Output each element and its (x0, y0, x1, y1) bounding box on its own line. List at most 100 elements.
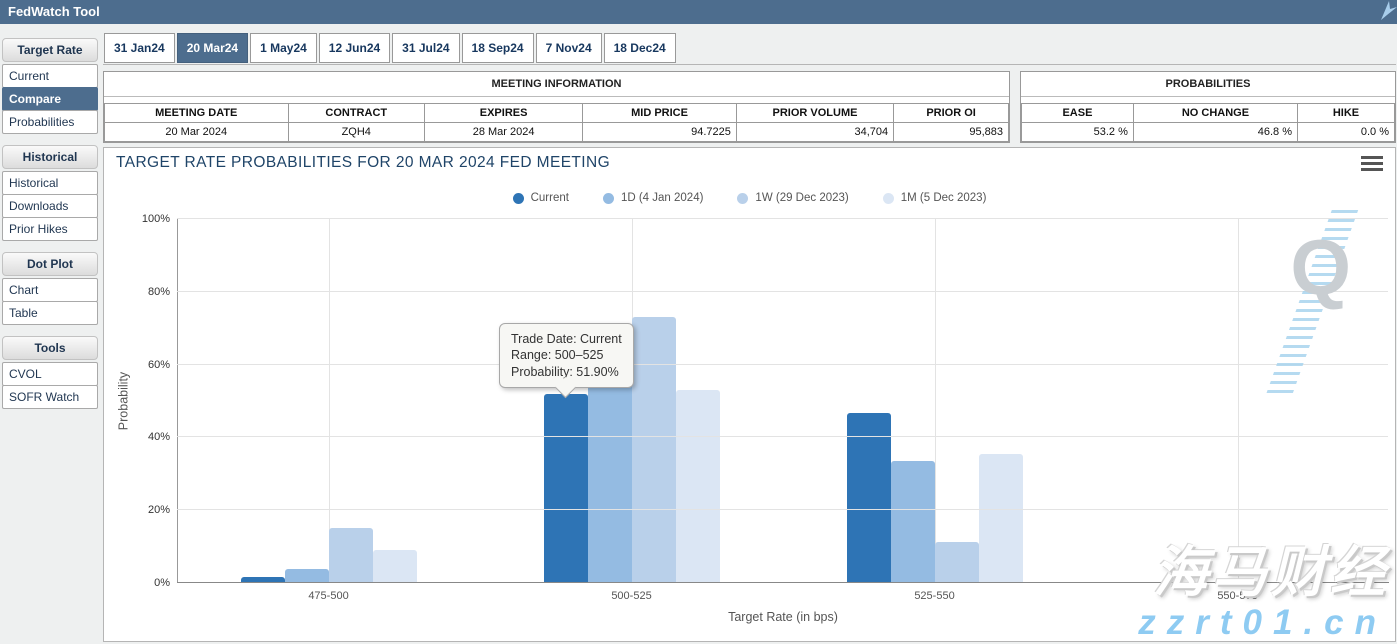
legend-item-1d-4-jan-2024[interactable]: 1D (4 Jan 2024) (603, 192, 703, 204)
y-tick-20: 20% (130, 504, 170, 516)
bar-current-525-550[interactable] (847, 413, 891, 582)
sidebar-item-current[interactable]: Current (2, 64, 98, 88)
sidebar-section-header-tools: Tools (2, 336, 98, 360)
sidebar: Target RateCurrentCompareProbabilities Hi… (0, 24, 101, 644)
chart-tooltip: Trade Date: Current Range: 500–525 Proba… (499, 323, 634, 388)
bar-current-500-525[interactable] (544, 394, 588, 582)
legend-label-1d-4-jan-2024: 1D (4 Jan 2024) (621, 192, 703, 204)
category-group-525-550 (783, 219, 1086, 583)
sidebar-item-chart[interactable]: Chart (2, 278, 98, 302)
sidebar-item-historical[interactable]: Historical (2, 171, 98, 195)
gridline-60 (177, 364, 1388, 365)
chart-title: TARGET RATE PROBABILITIES FOR 20 MAR 202… (116, 154, 610, 172)
bar-1m-5-dec-2023-475-500[interactable] (373, 550, 417, 582)
cell-ease: 53.2 % (1022, 123, 1134, 142)
sidebar-item-probabilities[interactable]: Probabilities (2, 110, 98, 134)
info-tables: MEETING INFORMATION MEETING DATECONTRACT… (103, 71, 1396, 143)
bar-1d-4-jan-2024-525-550[interactable] (891, 461, 935, 582)
date-tab-12-jun24[interactable]: 12 Jun24 (319, 33, 390, 63)
sidebar-section-target-rate: Target RateCurrentCompareProbabilities (2, 38, 98, 134)
bar-1w-29-dec-2023-525-550[interactable] (935, 542, 979, 582)
y-tick-0: 0% (130, 577, 170, 589)
date-tab-20-mar24[interactable]: 20 Mar24 (177, 33, 248, 63)
column-header-prior-volume: PRIOR VOLUME (736, 104, 893, 123)
main-area: Target RateCurrentCompareProbabilitiesHi… (0, 24, 1397, 644)
sidebar-item-prior-hikes[interactable]: Prior Hikes (2, 217, 98, 241)
date-tab-18-dec24[interactable]: 18 Dec24 (604, 33, 676, 63)
gridline-100 (177, 218, 1388, 219)
x-tick-label-500-525: 500-525 (480, 590, 783, 602)
column-header-hike: HIKE (1298, 104, 1395, 123)
bar-1w-29-dec-2023-500-525[interactable] (632, 317, 676, 582)
sidebar-item-table[interactable]: Table (2, 301, 98, 325)
category-group-500-525 (480, 219, 783, 583)
probabilities-panel: PROBABILITIES EASENO CHANGEHIKE53.2 %46.… (1020, 71, 1396, 143)
legend-item-1m-5-dec-2023[interactable]: 1M (5 Dec 2023) (883, 192, 987, 204)
y-tick-80: 80% (130, 286, 170, 298)
tooltip-trade-date: Trade Date: Current (511, 331, 622, 347)
date-tab-31-jan24[interactable]: 31 Jan24 (104, 33, 175, 63)
cell-prior-volume: 34,704 (736, 123, 893, 142)
date-tab-7-nov24[interactable]: 7 Nov24 (536, 33, 602, 63)
legend-label-1w-29-dec-2023: 1W (29 Dec 2023) (755, 192, 848, 204)
date-tab-1-may24[interactable]: 1 May24 (250, 33, 317, 63)
meeting-information-panel: MEETING INFORMATION MEETING DATECONTRACT… (103, 71, 1010, 143)
cell-mid-price: 94.7225 (583, 123, 737, 142)
cell-no-change: 46.8 % (1133, 123, 1297, 142)
cell-contract: ZQH4 (288, 123, 425, 142)
legend-item-1w-29-dec-2023[interactable]: 1W (29 Dec 2023) (737, 192, 848, 204)
legend-label-1m-5-dec-2023: 1M (5 Dec 2023) (901, 192, 987, 204)
content: 31 Jan2420 Mar241 May2412 Jun2431 Jul241… (101, 24, 1397, 644)
sidebar-section-header-target-rate: Target Rate (2, 38, 98, 62)
legend-label-current: Current (531, 192, 569, 204)
y-tick-60: 60% (130, 359, 170, 371)
legend-dot-current (513, 193, 524, 204)
date-tab-31-jul24[interactable]: 31 Jul24 (392, 33, 459, 63)
chart-panel: TARGET RATE PROBABILITIES FOR 20 MAR 202… (103, 147, 1396, 642)
category-group-475-500 (177, 219, 480, 583)
hamburger-menu-icon[interactable] (1361, 156, 1383, 174)
gridline-20 (177, 509, 1388, 510)
meeting-information-title: MEETING INFORMATION (104, 72, 1009, 97)
legend-item-current[interactable]: Current (513, 192, 569, 204)
bar-1d-4-jan-2024-475-500[interactable] (285, 569, 329, 582)
watermark-site-name: 海马财经 (1153, 527, 1389, 607)
bars-475-500 (241, 528, 417, 582)
watermark-site-url: zzrt01.cn (1138, 603, 1387, 642)
x-tick-label-475-500: 475-500 (177, 590, 480, 602)
sidebar-item-cvol[interactable]: CVOL (2, 362, 98, 386)
sidebar-item-compare[interactable]: Compare (2, 87, 98, 111)
probabilities-title: PROBABILITIES (1021, 72, 1395, 97)
bird-icon[interactable] (1379, 1, 1397, 29)
quikstrike-logo-q: Q (1290, 228, 1351, 306)
bar-1m-5-dec-2023-525-550[interactable] (979, 454, 1023, 582)
date-tab-18-sep24[interactable]: 18 Sep24 (462, 33, 534, 63)
sidebar-section-dot-plot: Dot PlotChartTable (2, 252, 98, 325)
sidebar-item-downloads[interactable]: Downloads (2, 194, 98, 218)
legend-dot-1d-4-jan-2024 (603, 193, 614, 204)
column-header-expires: EXPIRES (425, 104, 583, 123)
y-tick-40: 40% (130, 431, 170, 443)
cell-hike: 0.0 % (1298, 123, 1395, 142)
sidebar-section-header-dot-plot: Dot Plot (2, 252, 98, 276)
sidebar-section-tools: ToolsCVOLSOFR Watch (2, 336, 98, 409)
column-header-ease: EASE (1022, 104, 1134, 123)
chart-legend: Current 1D (4 Jan 2024) 1W (29 Dec 2023) 1M… (104, 192, 1395, 204)
legend-dot-1m-5-dec-2023 (883, 193, 894, 204)
sidebar-item-sofr-watch[interactable]: SOFR Watch (2, 385, 98, 409)
sidebar-section-historical: HistoricalHistoricalDownloadsPrior Hikes (2, 145, 98, 241)
app-title: FedWatch Tool (8, 4, 100, 19)
bar-1m-5-dec-2023-500-525[interactable] (676, 390, 720, 582)
tooltip-probability: Probability: 51.90% (511, 364, 622, 380)
meeting-date-tabs: 31 Jan2420 Mar241 May2412 Jun2431 Jul241… (103, 24, 1396, 65)
gridline-80 (177, 291, 1388, 292)
y-tick-100: 100% (130, 213, 170, 225)
bar-1w-29-dec-2023-475-500[interactable] (329, 528, 373, 582)
gridline-40 (177, 436, 1388, 437)
tooltip-range: Range: 500–525 (511, 347, 622, 363)
column-header-contract: CONTRACT (288, 104, 425, 123)
app-header: FedWatch Tool (0, 0, 1397, 24)
legend-dot-1w-29-dec-2023 (737, 193, 748, 204)
bar-1d-4-jan-2024-500-525[interactable] (588, 354, 632, 582)
cell-meeting-date: 20 Mar 2024 (105, 123, 289, 142)
